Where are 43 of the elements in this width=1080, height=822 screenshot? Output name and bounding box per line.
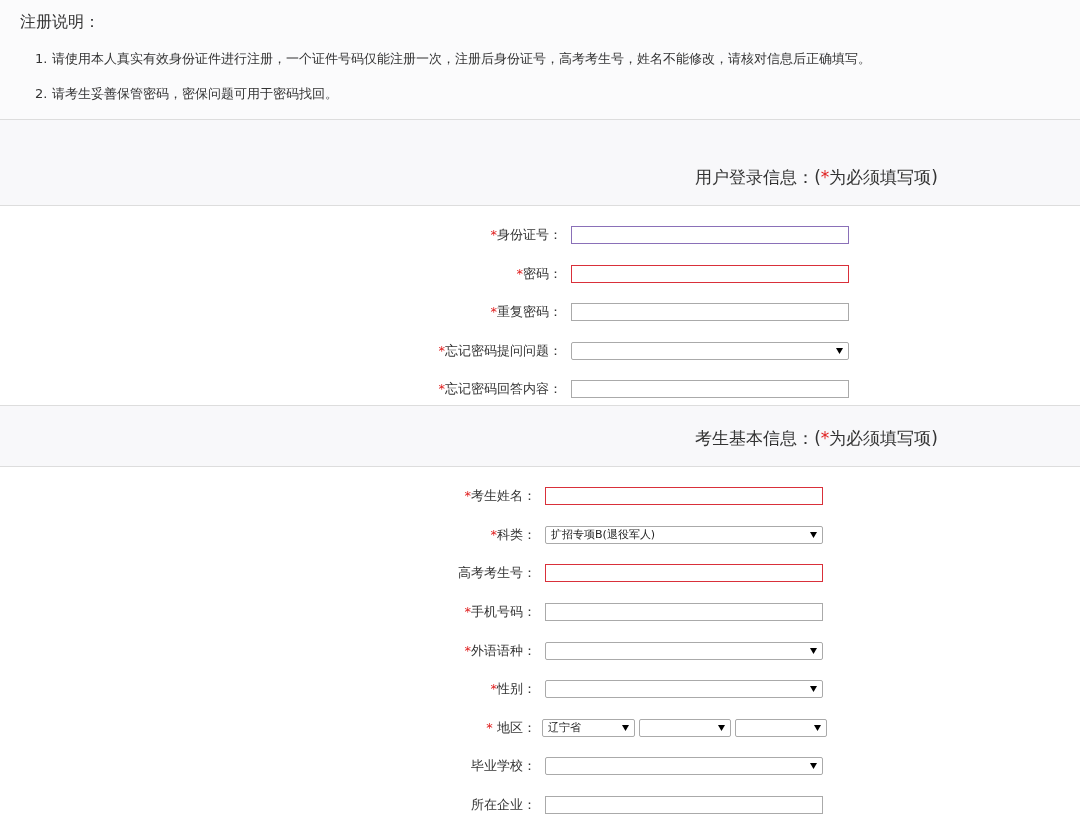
dropdown[interactable] — [545, 680, 823, 699]
field-label: *忘记密码回答内容： — [437, 380, 563, 399]
caret-icon — [718, 724, 725, 731]
field-label: *考生姓名： — [463, 487, 537, 506]
dropdown[interactable] — [639, 718, 731, 737]
field-label: *外语语种： — [463, 641, 537, 660]
field-label: *性别： — [489, 680, 537, 699]
input-field[interactable] — [545, 564, 823, 583]
dropdown[interactable] — [545, 757, 823, 776]
input-field[interactable] — [545, 796, 823, 815]
field-label: 所在企业： — [470, 796, 537, 815]
input-field[interactable] — [571, 380, 849, 399]
field-label: *密码： — [515, 264, 563, 283]
instruction-text: 1. 请使用本人真实有效身份证件进行注册，一个证件号码仅能注册一次，注册后身份证号，高考考生号，姓名不能修改，请核对信息后正确填写。 — [34, 50, 872, 68]
field-label: * 地区： — [485, 718, 537, 737]
field-label: *手机号码： — [463, 603, 537, 622]
caret-icon — [810, 647, 817, 654]
field-label: *重复密码： — [489, 303, 563, 322]
input-field[interactable] — [545, 487, 823, 506]
caret-icon — [810, 763, 817, 770]
input-field[interactable] — [571, 226, 849, 245]
dropdown[interactable]: 辽宁省 — [542, 718, 635, 737]
caret-icon — [622, 724, 629, 731]
field-label: *科类： — [489, 525, 537, 544]
intro-title: 注册说明： — [20, 11, 101, 33]
field-label: 高考考生号： — [457, 564, 537, 583]
field-label: 毕业学校： — [470, 757, 537, 776]
dropdown[interactable] — [571, 341, 849, 360]
caret-icon — [836, 347, 843, 354]
caret-icon — [814, 724, 821, 731]
dropdown[interactable] — [545, 641, 823, 660]
caret-icon — [810, 531, 817, 538]
section-heading: 用户登录信息：(*为必须填写项) — [695, 166, 938, 189]
caret-icon — [810, 686, 817, 693]
field-label: *身份证号： — [489, 226, 563, 245]
dropdown[interactable] — [735, 718, 827, 737]
input-field[interactable] — [571, 303, 849, 322]
input-field[interactable] — [545, 603, 823, 622]
section-heading: 考生基本信息：(*为必须填写项) — [695, 427, 938, 450]
instruction-text: 2. 请考生妥善保管密码，密保问题可用于密码找回。 — [34, 85, 339, 103]
input-field[interactable] — [571, 264, 849, 283]
dropdown[interactable]: 扩招专项B(退役军人) — [545, 525, 823, 544]
field-label: *忘记密码提问问题： — [437, 341, 563, 360]
